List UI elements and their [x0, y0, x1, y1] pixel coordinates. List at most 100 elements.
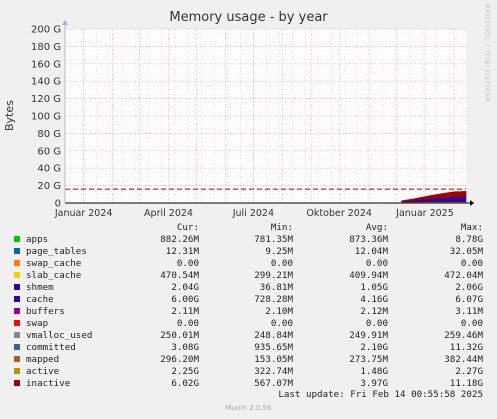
y-axis-arrow: [62, 20, 68, 25]
legend-avg: 4.16G: [360, 294, 388, 305]
legend-name: apps: [26, 234, 49, 245]
legend-name: cache: [26, 294, 54, 305]
legend-min: 9.25M: [265, 246, 293, 257]
legend-swatch: [14, 344, 20, 350]
legend-cur: 3.08G: [171, 342, 199, 353]
x-tick-label: April 2024: [144, 208, 193, 219]
legend-max: 8.78G: [455, 234, 483, 245]
munin-version: Munin 2.0.56: [225, 404, 272, 412]
legend-max: 2.27G: [455, 366, 483, 377]
legend-max: 0.00: [460, 258, 483, 269]
legend-swatch: [14, 320, 20, 326]
legend-swatch: [14, 380, 20, 386]
legend-header: Cur: Min: Avg: Max:: [0, 222, 497, 234]
legend-cur: 0.00: [176, 318, 199, 329]
legend-cur: 250.01M: [160, 330, 199, 341]
legend-avg: 0.00: [365, 318, 388, 329]
legend-swatch: [14, 236, 20, 242]
y-tick-label: 40 G: [37, 164, 61, 175]
legend-avg: 12.04M: [354, 246, 388, 257]
y-tick-label: 120 G: [31, 94, 61, 105]
legend-min: 935.65M: [254, 342, 293, 353]
legend-swatch: [14, 284, 20, 290]
legend-max: 2.06G: [455, 282, 483, 293]
legend-cur: 2.11M: [171, 306, 199, 317]
legend-name: slab_cache: [26, 270, 82, 281]
legend-row: vmalloc_used 250.01M 248.84M 249.91M 259.46M: [0, 330, 497, 342]
grid: [65, 28, 466, 203]
legend-row: active 2.25G 322.74M 1.48G 2.27G: [0, 366, 497, 378]
legend-swatch: [14, 356, 20, 362]
legend-min: 36.81M: [259, 282, 293, 293]
legend-min: 299.21M: [254, 270, 293, 281]
legend-cur: 296.20M: [160, 354, 199, 365]
legend-swatch: [14, 332, 20, 338]
legend-header-min: Min:: [270, 222, 293, 233]
x-tick-label: Januar 2025: [395, 208, 454, 219]
x-tick-label: Oktober 2024: [306, 208, 372, 219]
legend-min: 248.84M: [254, 330, 293, 341]
legend-row: swap_cache 0.00 0.00 0.00 0.00: [0, 258, 497, 270]
munin-graph: Memory usage - by year Bytes RRDTOOL / T…: [0, 0, 497, 419]
x-tick-label: Januar 2024: [54, 208, 113, 219]
legend-header-max: Max:: [460, 222, 483, 233]
legend-name: mapped: [26, 354, 60, 365]
legend-swatch: [14, 368, 20, 374]
legend-swatch: [14, 308, 20, 314]
y-tick-label: 160 G: [31, 59, 61, 70]
legend-row: mapped 296.20M 153.05M 273.75M 382.44M: [0, 354, 497, 366]
legend-name: swap_cache: [26, 258, 82, 269]
legend-min: 0.00: [270, 258, 293, 269]
legend-name: buffers: [26, 306, 65, 317]
legend-avg: 1.48G: [360, 366, 388, 377]
legend-cur: 2.25G: [171, 366, 199, 377]
legend-cur: 882.26M: [160, 234, 199, 245]
x-axis-arrow: [470, 200, 474, 206]
legend-row: apps 882.26M 781.35M 873.36M 8.78G: [0, 234, 497, 246]
x-tick-label: Juli 2024: [232, 208, 274, 219]
legend-avg: 0.00: [365, 258, 388, 269]
legend-max: 382.44M: [444, 354, 483, 365]
legend-max: 0.00: [460, 318, 483, 329]
y-tick-label: 180 G: [31, 42, 61, 53]
legend-avg: 1.05G: [360, 282, 388, 293]
legend-min: 781.35M: [254, 234, 293, 245]
legend-max: 3.11M: [455, 306, 483, 317]
y-tick-label: 20 G: [37, 181, 61, 192]
y-tick-label: 60 G: [37, 146, 61, 157]
legend-avg: 3.97G: [360, 378, 388, 389]
legend-row: page_tables 12.31M 9.25M 12.04M 32.05M: [0, 246, 497, 258]
legend-min: 728.28M: [254, 294, 293, 305]
legend-max: 472.04M: [444, 270, 483, 281]
legend-swatch: [14, 272, 20, 278]
legend-avg: 273.75M: [349, 354, 388, 365]
legend-max: 32.05M: [449, 246, 483, 257]
legend-avg: 409.94M: [349, 270, 388, 281]
legend-row: shmem 2.04G 36.81M 1.05G 2.06G: [0, 282, 497, 294]
y-tick-label: 200 G: [31, 25, 61, 36]
legend-cur: 12.31M: [165, 246, 199, 257]
legend-row: slab_cache 470.54M 299.21M 409.94M 472.04M: [0, 270, 497, 282]
legend-name: swap: [26, 318, 49, 329]
legend-name: active: [26, 366, 60, 377]
legend-cur: 2.04G: [171, 282, 199, 293]
legend-swatch: [14, 296, 20, 302]
legend-row: cache 6.00G 728.28M 4.16G 6.07G: [0, 294, 497, 306]
legend-min: 153.05M: [254, 354, 293, 365]
legend-cur: 6.00G: [171, 294, 199, 305]
legend-name: shmem: [26, 282, 54, 293]
legend-avg: 2.12M: [360, 306, 388, 317]
legend-max: 11.32G: [449, 342, 483, 353]
legend-max: 6.07G: [455, 294, 483, 305]
plot-area: 020 G40 G60 G80 G100 G120 G140 G160 G180…: [31, 20, 474, 219]
legend-cur: 6.02G: [171, 378, 199, 389]
legend-min: 567.07M: [254, 378, 293, 389]
legend-header-avg: Avg:: [365, 222, 388, 233]
y-tick-label: 140 G: [31, 77, 61, 88]
legend-avg: 249.91M: [349, 330, 388, 341]
legend-min: 2.10M: [265, 306, 293, 317]
legend-swatch: [14, 260, 20, 266]
last-update: Last update: Fri Feb 14 00:55:58 2025: [278, 389, 483, 400]
legend-swatch: [14, 248, 20, 254]
legend-cur: 0.00: [176, 258, 199, 269]
